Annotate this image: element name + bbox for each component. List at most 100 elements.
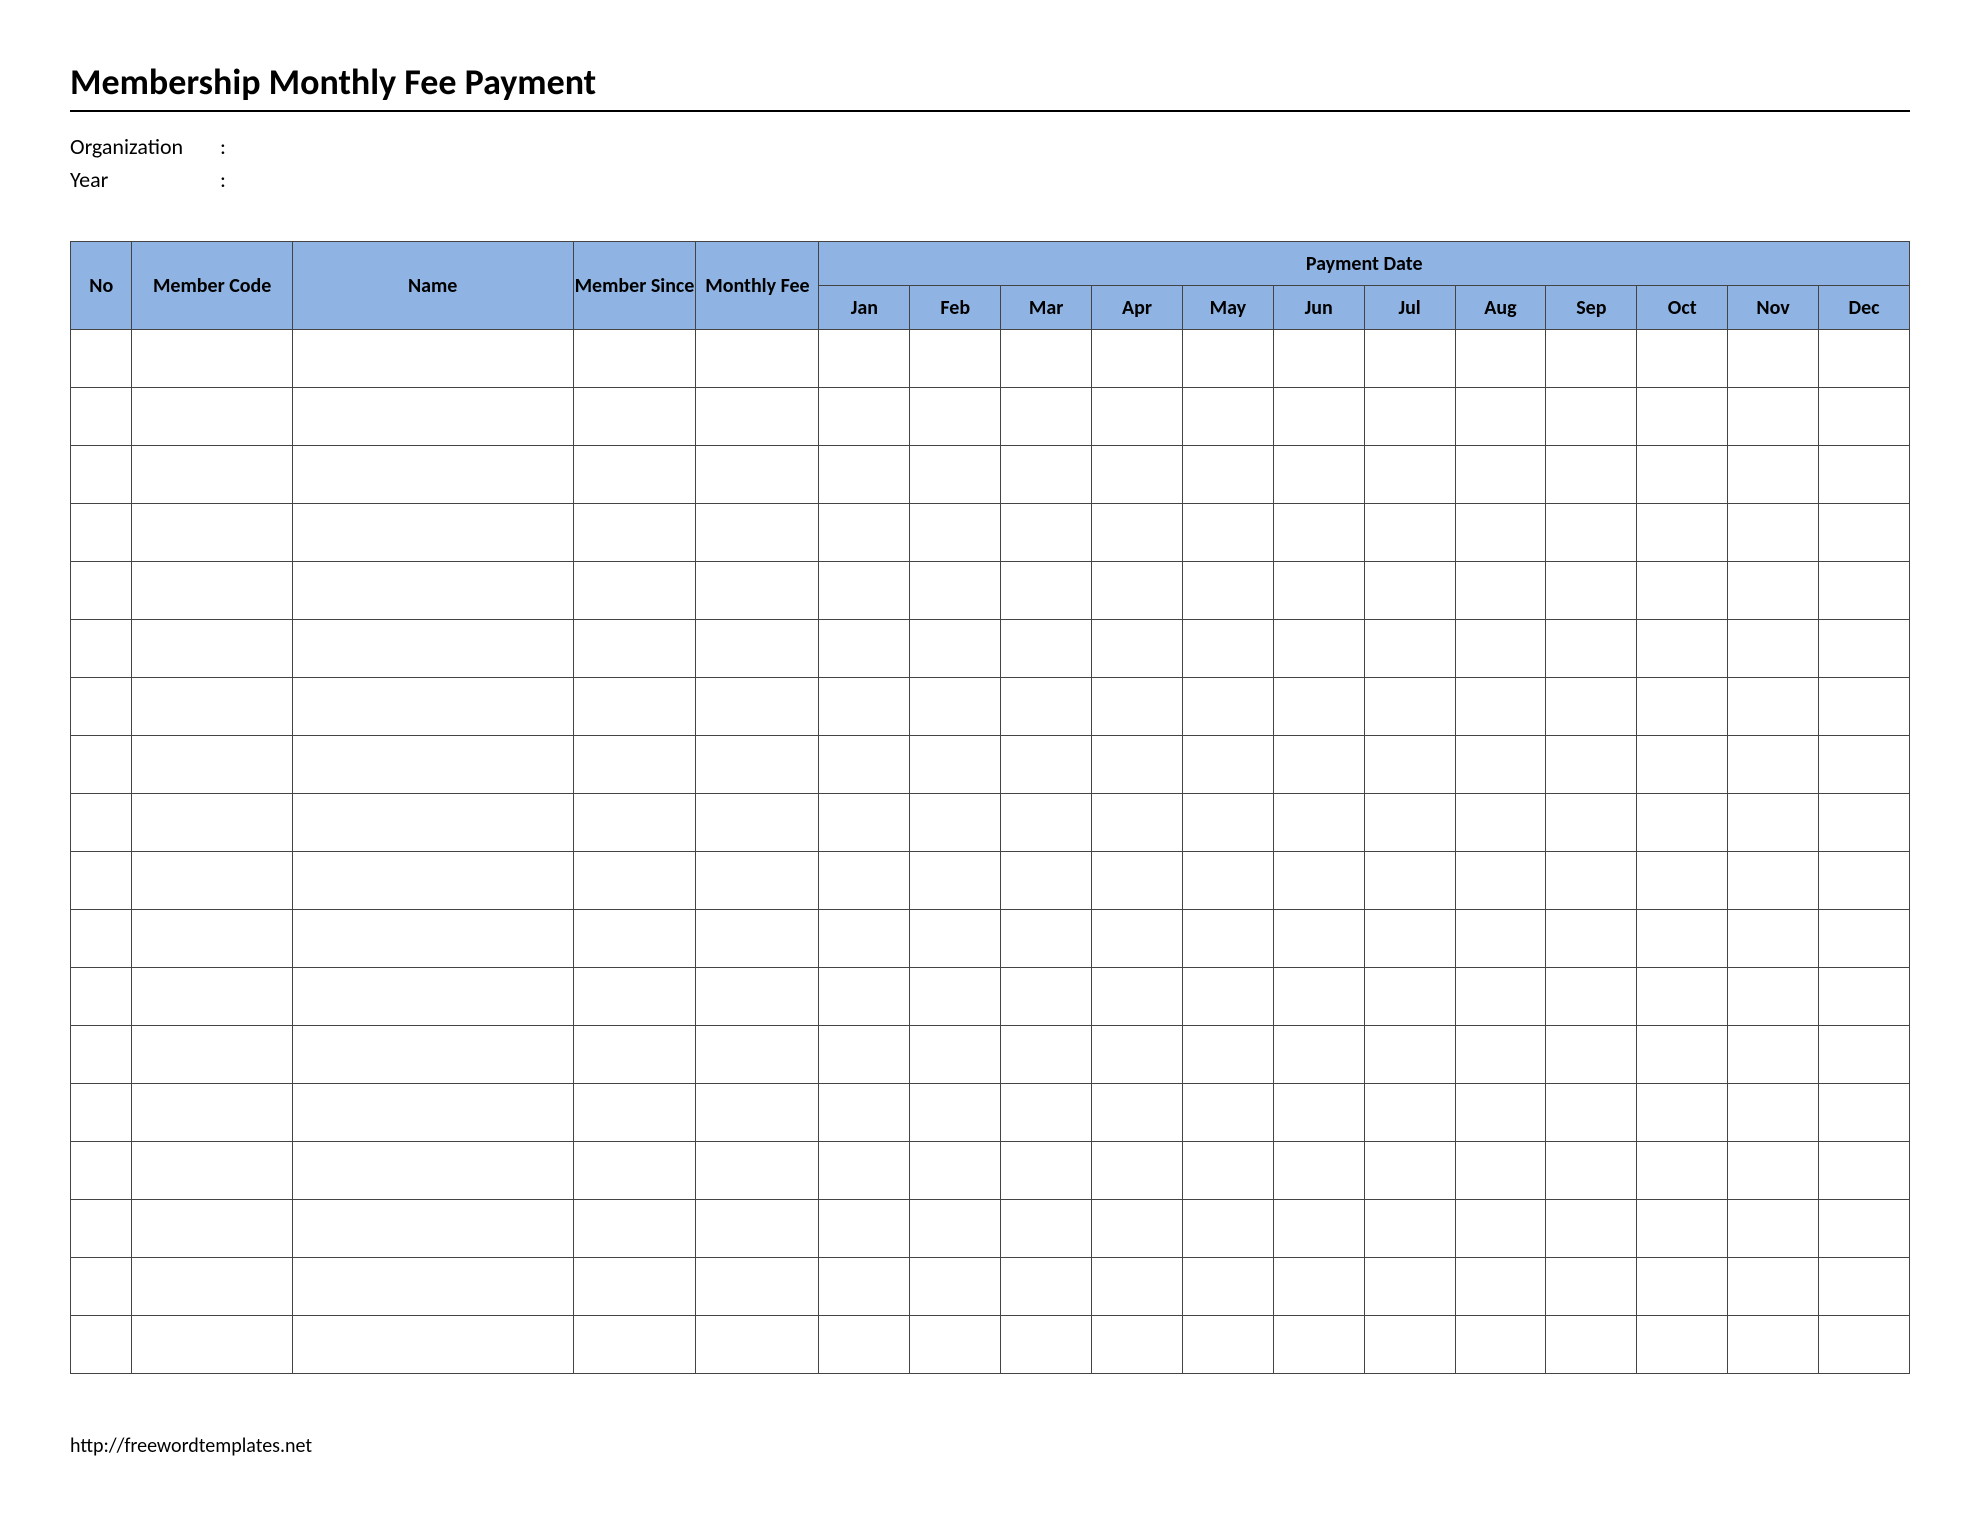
cell-payment bbox=[1182, 330, 1273, 388]
cell-member-since bbox=[573, 1316, 696, 1374]
cell-member-since bbox=[573, 1258, 696, 1316]
cell-payment bbox=[1182, 562, 1273, 620]
header-month-apr: Apr bbox=[1092, 286, 1183, 330]
cell-payment bbox=[1273, 968, 1364, 1026]
cell-payment bbox=[819, 330, 910, 388]
cell-monthly-fee bbox=[696, 330, 819, 388]
cell-member-since bbox=[573, 446, 696, 504]
cell-no bbox=[71, 388, 132, 446]
cell-payment bbox=[1273, 504, 1364, 562]
cell-payment bbox=[910, 910, 1001, 968]
cell-payment bbox=[1364, 736, 1455, 794]
cell-monthly-fee bbox=[696, 1258, 819, 1316]
cell-name bbox=[292, 736, 573, 794]
cell-payment bbox=[1364, 388, 1455, 446]
cell-payment bbox=[1001, 388, 1092, 446]
cell-payment bbox=[1273, 1142, 1364, 1200]
cell-member-code bbox=[132, 910, 292, 968]
cell-payment bbox=[819, 968, 910, 1026]
cell-monthly-fee bbox=[696, 794, 819, 852]
cell-payment bbox=[1182, 1026, 1273, 1084]
cell-payment bbox=[1364, 446, 1455, 504]
cell-payment bbox=[1637, 736, 1728, 794]
cell-monthly-fee bbox=[696, 504, 819, 562]
cell-payment bbox=[1455, 1200, 1546, 1258]
cell-payment bbox=[1001, 1026, 1092, 1084]
cell-payment bbox=[1728, 1200, 1819, 1258]
cell-payment bbox=[1728, 1258, 1819, 1316]
cell-payment bbox=[819, 1258, 910, 1316]
cell-payment bbox=[1092, 330, 1183, 388]
table-row bbox=[71, 330, 1910, 388]
cell-payment bbox=[910, 562, 1001, 620]
organization-label: Organization bbox=[70, 130, 220, 163]
cell-member-code bbox=[132, 1084, 292, 1142]
cell-payment bbox=[1455, 736, 1546, 794]
cell-monthly-fee bbox=[696, 1084, 819, 1142]
cell-payment bbox=[1001, 504, 1092, 562]
cell-no bbox=[71, 1026, 132, 1084]
cell-no bbox=[71, 562, 132, 620]
cell-monthly-fee bbox=[696, 1200, 819, 1258]
cell-payment bbox=[1364, 852, 1455, 910]
header-month-may: May bbox=[1182, 286, 1273, 330]
cell-payment bbox=[819, 1316, 910, 1374]
header-member-since: Member Since bbox=[573, 242, 696, 330]
header-monthly-fee: Monthly Fee bbox=[696, 242, 819, 330]
cell-payment bbox=[1092, 562, 1183, 620]
header-month-sep: Sep bbox=[1546, 286, 1637, 330]
cell-payment bbox=[910, 968, 1001, 1026]
cell-payment bbox=[1819, 620, 1910, 678]
header-month-aug: Aug bbox=[1455, 286, 1546, 330]
cell-payment bbox=[1637, 562, 1728, 620]
cell-payment bbox=[910, 504, 1001, 562]
cell-payment bbox=[1819, 968, 1910, 1026]
cell-name bbox=[292, 1316, 573, 1374]
cell-payment bbox=[1546, 1084, 1637, 1142]
cell-payment bbox=[910, 1026, 1001, 1084]
cell-payment bbox=[1092, 678, 1183, 736]
cell-payment bbox=[1728, 1026, 1819, 1084]
cell-no bbox=[71, 1316, 132, 1374]
cell-payment bbox=[1637, 678, 1728, 736]
cell-payment bbox=[1728, 910, 1819, 968]
cell-payment bbox=[1182, 620, 1273, 678]
cell-payment bbox=[1637, 1084, 1728, 1142]
cell-member-since bbox=[573, 330, 696, 388]
cell-member-code bbox=[132, 736, 292, 794]
cell-name bbox=[292, 910, 573, 968]
cell-member-code bbox=[132, 330, 292, 388]
cell-member-code bbox=[132, 1200, 292, 1258]
cell-payment bbox=[1092, 1084, 1183, 1142]
cell-member-code bbox=[132, 1026, 292, 1084]
cell-payment bbox=[1182, 910, 1273, 968]
cell-payment bbox=[1364, 1316, 1455, 1374]
cell-name bbox=[292, 794, 573, 852]
table-row bbox=[71, 504, 1910, 562]
cell-no bbox=[71, 446, 132, 504]
cell-payment bbox=[1546, 968, 1637, 1026]
cell-payment bbox=[1455, 388, 1546, 446]
cell-payment bbox=[1092, 1026, 1183, 1084]
cell-payment bbox=[1092, 968, 1183, 1026]
cell-payment bbox=[1092, 446, 1183, 504]
cell-payment bbox=[1182, 504, 1273, 562]
cell-monthly-fee bbox=[696, 620, 819, 678]
cell-payment bbox=[910, 1316, 1001, 1374]
header-month-jan: Jan bbox=[819, 286, 910, 330]
cell-payment bbox=[1637, 446, 1728, 504]
table-header: No Member Code Name Member Since Monthly… bbox=[71, 242, 1910, 330]
cell-no bbox=[71, 1200, 132, 1258]
cell-payment bbox=[819, 794, 910, 852]
cell-name bbox=[292, 504, 573, 562]
cell-payment bbox=[1819, 446, 1910, 504]
cell-payment bbox=[1546, 1142, 1637, 1200]
cell-payment bbox=[1273, 1084, 1364, 1142]
cell-payment bbox=[1001, 1142, 1092, 1200]
cell-payment bbox=[1637, 330, 1728, 388]
meta-organization-row: Organization : bbox=[70, 130, 1910, 163]
year-colon: : bbox=[220, 163, 240, 196]
cell-payment bbox=[1455, 852, 1546, 910]
cell-payment bbox=[1001, 678, 1092, 736]
cell-payment bbox=[1728, 736, 1819, 794]
